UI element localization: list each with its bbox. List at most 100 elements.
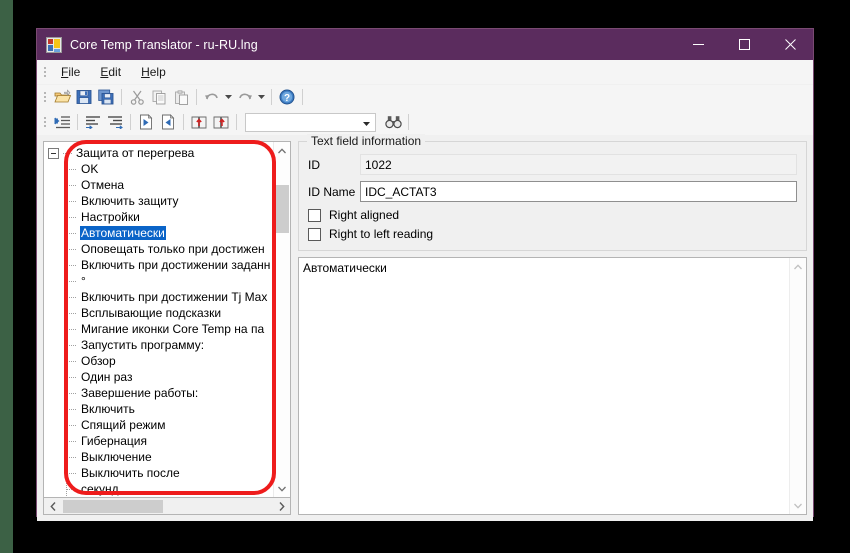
tree-connector <box>66 481 80 497</box>
editor-vertical-scrollbar[interactable] <box>789 258 806 514</box>
scroll-up-icon[interactable] <box>790 258 806 275</box>
tree-connector <box>66 385 80 401</box>
cut-button[interactable] <box>126 86 148 108</box>
book-import-button[interactable] <box>188 111 210 133</box>
id-name-input[interactable]: IDC_ACTAT3 <box>360 181 797 202</box>
maximize-button[interactable] <box>721 29 767 60</box>
scroll-up-icon[interactable] <box>274 142 290 159</box>
tree-item[interactable]: Автоматически <box>44 225 273 241</box>
menu-bar: File Edit Help <box>37 60 813 85</box>
translation-editor[interactable]: Автоматически <box>298 257 807 515</box>
toolbar-separator <box>271 89 272 105</box>
tree-item[interactable]: Выключение <box>44 449 273 465</box>
tree-connector <box>66 321 80 337</box>
save-button[interactable] <box>73 86 95 108</box>
text-field-information-group: Text field information ID 1022 ID Name I… <box>298 134 807 251</box>
tree-item-label: Завершение работы: <box>81 386 199 400</box>
next-item-button[interactable] <box>135 111 157 133</box>
toolbar-secondary-grip[interactable] <box>40 114 49 130</box>
tree-item[interactable]: Включить <box>44 401 273 417</box>
tree-item-label: Автоматически <box>80 226 166 240</box>
search-combo[interactable] <box>245 112 376 132</box>
tree-vertical-scrollbar[interactable] <box>273 142 290 497</box>
tree-item[interactable]: Выключить после <box>44 465 273 481</box>
redo-dropdown-arrow-icon[interactable] <box>256 86 267 108</box>
minimize-button[interactable] <box>675 29 721 60</box>
tree-hscroll-track[interactable] <box>61 499 273 514</box>
tree-item[interactable]: Всплывающие подсказки <box>44 305 273 321</box>
tree-horizontal-scrollbar[interactable] <box>43 498 291 515</box>
tree-item[interactable]: Оповещать только при достижен <box>44 241 273 257</box>
tree-connector <box>66 273 80 289</box>
tree-connector <box>66 433 80 449</box>
find-button[interactable] <box>382 111 404 133</box>
toolbar-separator <box>408 114 409 130</box>
translation-editor-text[interactable]: Автоматически <box>299 258 789 514</box>
tree-item-label: Выключение <box>81 450 152 464</box>
scroll-left-icon[interactable] <box>44 501 61 511</box>
tree-item[interactable]: Запустить программу: <box>44 337 273 353</box>
undo-dropdown-arrow-icon[interactable] <box>223 86 234 108</box>
tree-item[interactable]: Отмена <box>44 177 273 193</box>
menu-item-edit[interactable]: Edit <box>90 62 131 82</box>
tree-hscroll-thumb[interactable] <box>63 499 163 513</box>
toolbar-separator <box>130 114 131 130</box>
tree-item[interactable]: Включить защиту <box>44 193 273 209</box>
scroll-down-icon[interactable] <box>274 480 290 497</box>
tree-item[interactable]: Настройки <box>44 209 273 225</box>
right-to-left-row[interactable]: Right to left reading <box>308 227 797 241</box>
open-file-button[interactable] <box>51 86 73 108</box>
tree-item[interactable]: Мигание иконки Core Temp на па <box>44 321 273 337</box>
help-button[interactable]: ? <box>276 86 298 108</box>
tree-item[interactable]: ° <box>44 273 273 289</box>
tree-item-label: Всплывающие подсказки <box>81 306 222 320</box>
tree-item[interactable]: Завершение работы: <box>44 385 273 401</box>
tree-view[interactable]: Защита от перегрева OK Отмена Включить защ… <box>43 141 291 498</box>
right-aligned-row[interactable]: Right aligned <box>308 208 797 222</box>
menu-item-file[interactable]: File <box>51 62 90 82</box>
redo-button[interactable] <box>234 86 256 108</box>
toolbar-separator <box>77 114 78 130</box>
menu-grip-handle[interactable] <box>40 64 49 80</box>
tree-root-node[interactable]: Защита от перегрева <box>44 145 273 161</box>
toolbar-separator <box>121 89 122 105</box>
right-aligned-checkbox[interactable] <box>308 208 321 222</box>
editor-scroll-track[interactable] <box>790 275 806 497</box>
tree-item[interactable]: Один раз <box>44 369 273 385</box>
group-title: Text field information <box>307 134 426 148</box>
collapse-icon[interactable] <box>48 147 59 159</box>
book-export-button[interactable] <box>210 111 232 133</box>
tree-item[interactable]: Гибернация <box>44 433 273 449</box>
align-right-button[interactable] <box>104 111 126 133</box>
save-all-button[interactable] <box>95 86 117 108</box>
align-left-button[interactable] <box>82 111 104 133</box>
application-window: Core Temp Translator - ru-RU.lng File Ed… <box>36 28 814 521</box>
right-to-left-checkbox[interactable] <box>308 227 321 241</box>
tree-connector <box>66 225 80 241</box>
paste-button[interactable] <box>170 86 192 108</box>
undo-button[interactable] <box>201 86 223 108</box>
tree-item[interactable]: Включить при достижении заданн <box>44 257 273 273</box>
toolbar-primary-grip[interactable] <box>40 89 49 105</box>
chevron-down-icon[interactable] <box>363 113 370 131</box>
menu-item-help[interactable]: Help <box>131 62 176 82</box>
tree-item[interactable]: Включить при достижении Tj Max <box>44 289 273 305</box>
tree-item[interactable]: секунд <box>44 481 273 497</box>
tree-item[interactable]: OK <box>44 161 273 177</box>
list-indent-button[interactable] <box>51 111 73 133</box>
tree-scroll-track[interactable] <box>274 159 290 480</box>
scroll-down-icon[interactable] <box>790 497 806 514</box>
id-label: ID <box>308 157 320 172</box>
tree-connector <box>66 289 80 305</box>
copy-button[interactable] <box>148 86 170 108</box>
previous-item-button[interactable] <box>157 111 179 133</box>
toolbar-separator <box>183 114 184 130</box>
tree-item[interactable]: Обзор <box>44 353 273 369</box>
tree-item[interactable]: Спящий режим <box>44 417 273 433</box>
toolbar-separator <box>302 89 303 105</box>
tree-scroll-thumb[interactable] <box>275 185 289 233</box>
close-button[interactable] <box>767 29 813 60</box>
tree-connector <box>66 305 80 321</box>
scroll-right-icon[interactable] <box>273 501 290 511</box>
tree-item-label: ° <box>81 274 86 288</box>
